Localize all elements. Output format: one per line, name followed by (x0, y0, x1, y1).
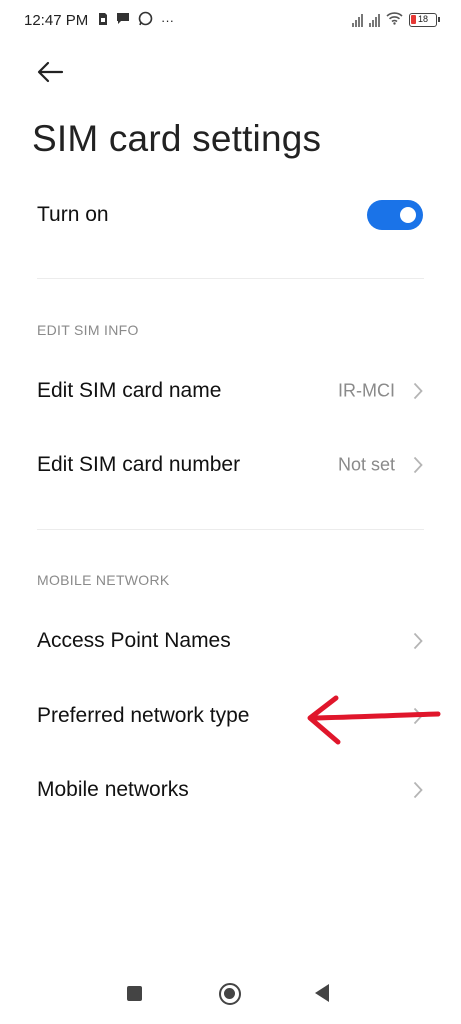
wifi-icon (386, 12, 403, 28)
home-circle-icon[interactable] (219, 983, 241, 1005)
signal-sim2-icon (369, 13, 380, 27)
status-bar: 12:47 PM ··· 18 (0, 0, 461, 42)
back-button[interactable] (34, 56, 70, 88)
edit-sim-card-name-label: Edit SIM card name (37, 379, 222, 402)
mobile-networks-row[interactable]: Mobile networks (0, 762, 461, 818)
turn-on-row[interactable]: Turn on (0, 187, 461, 243)
edit-sim-card-number-label: Edit SIM card number (37, 453, 241, 476)
chevron-right-icon (413, 781, 423, 799)
chevron-right-icon (413, 707, 423, 725)
mobile-networks-label: Mobile networks (37, 778, 189, 801)
turn-on-label: Turn on (37, 203, 109, 226)
recents-square-icon[interactable] (127, 986, 142, 1001)
status-time: 12:47 PM (24, 12, 89, 29)
edit-sim-card-number-row[interactable]: Edit SIM card number Not set (0, 437, 461, 493)
battery-icon: 18 (409, 13, 440, 27)
whatsapp-icon (138, 11, 153, 31)
chevron-right-icon (413, 382, 423, 400)
preferred-network-type-row[interactable]: Preferred network type (0, 688, 461, 744)
chevron-right-icon (413, 456, 423, 474)
chevron-right-icon (413, 632, 423, 650)
arrow-left-icon (37, 61, 64, 83)
sim-card-icon (98, 12, 108, 31)
section-title-edit-sim-info: EDIT SIM INFO (37, 322, 139, 338)
edit-sim-card-name-value: IR-MCI (338, 380, 395, 401)
preferred-network-type-label: Preferred network type (37, 704, 250, 727)
more-dots-icon: ··· (161, 13, 174, 28)
turn-on-toggle[interactable] (367, 200, 423, 230)
back-triangle-icon[interactable] (315, 984, 329, 1002)
toggle-knob (400, 207, 416, 223)
page-title: SIM card settings (32, 118, 322, 159)
section-title-mobile-network: MOBILE NETWORK (37, 572, 170, 588)
signal-sim1-icon (352, 13, 363, 27)
edit-sim-card-name-row[interactable]: Edit SIM card name IR-MCI (0, 363, 461, 419)
edit-sim-card-number-value: Not set (337, 454, 395, 475)
chat-bubble-icon (116, 12, 130, 30)
divider (37, 278, 424, 279)
status-system-icons: 18 (352, 12, 440, 28)
access-point-names-row[interactable]: Access Point Names (0, 613, 461, 669)
status-notification-icons: ··· (98, 11, 174, 31)
divider (37, 529, 424, 530)
navigation-bar (0, 964, 461, 1024)
access-point-names-label: Access Point Names (37, 629, 231, 652)
